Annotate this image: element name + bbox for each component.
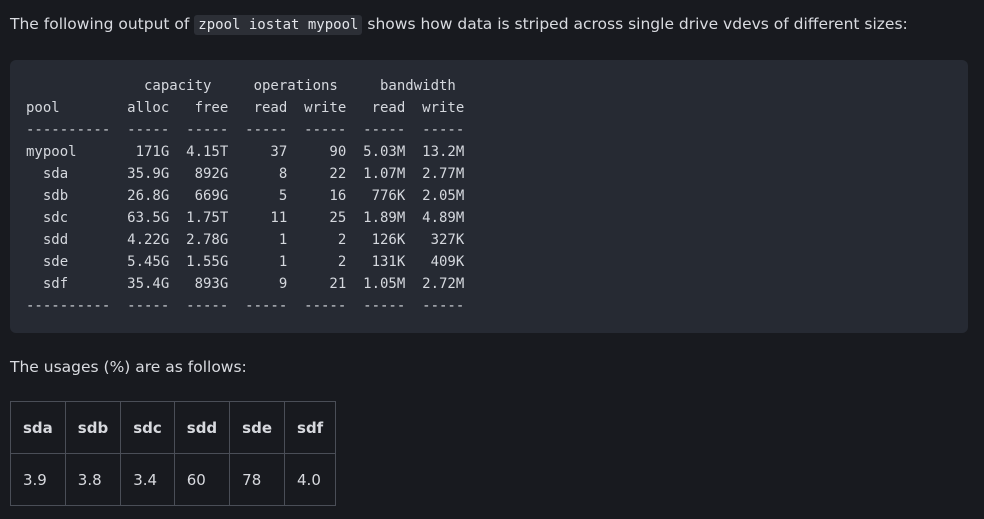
usage-table: sda sdb sdc sdd sde sdf 3.9 3.8 3.4 60 7… — [10, 401, 337, 506]
usage-header-cell: sdf — [284, 401, 337, 454]
usage-value-row: 3.9 3.8 3.4 60 78 4.0 — [10, 453, 337, 506]
iostat-output: capacity operations bandwidth pool alloc … — [26, 75, 464, 317]
usage-header-cell: sdd — [173, 401, 231, 454]
iostat-row-sdf: sdf 35.4G 893G 9 21 1.05M 2.72M — [26, 276, 465, 292]
intro-text-after: shows how data is striped across single … — [362, 15, 908, 33]
usage-value-cell: 3.4 — [120, 453, 175, 506]
iostat-row-sdb: sdb 26.8G 669G 5 16 776K 2.05M — [26, 188, 465, 204]
usage-header-cell: sdc — [120, 401, 175, 454]
inline-code-command: zpool iostat mypool — [194, 15, 363, 35]
usage-header-cell: sdb — [64, 401, 122, 454]
usage-value-cell: 3.9 — [10, 453, 66, 506]
iostat-row-sdc: sdc 63.5G 1.75T 11 25 1.89M 4.89M — [26, 210, 465, 226]
code-block[interactable]: capacity operations bandwidth pool alloc … — [10, 60, 968, 333]
iostat-row-mypool: mypool 171G 4.15T 37 90 5.03M 13.2M — [26, 144, 465, 160]
iostat-header-line-1: capacity operations bandwidth — [26, 78, 456, 94]
intro-paragraph: The following output of zpool iostat myp… — [10, 12, 908, 37]
iostat-row-sdd: sdd 4.22G 2.78G 1 2 126K 327K — [26, 232, 465, 248]
iostat-separator-bottom: ---------- ----- ----- ----- ----- -----… — [26, 298, 465, 314]
usage-value-cell: 4.0 — [284, 453, 337, 506]
iostat-row-sda: sda 35.9G 892G 8 22 1.07M 2.77M — [26, 166, 465, 182]
usage-header-cell: sde — [229, 401, 286, 454]
iostat-separator-top: ---------- ----- ----- ----- ----- -----… — [26, 122, 465, 138]
iostat-header-line-2: pool alloc free read write read write — [26, 100, 465, 116]
usage-header-cell: sda — [10, 401, 66, 454]
usage-value-cell: 78 — [229, 453, 286, 506]
usage-value-cell: 3.8 — [64, 453, 122, 506]
iostat-row-sde: sde 5.45G 1.55G 1 2 131K 409K — [26, 254, 465, 270]
usage-header-row: sda sdb sdc sdd sde sdf — [10, 401, 337, 454]
usage-value-cell: 60 — [173, 453, 231, 506]
usage-label: The usages (%) are as follows: — [10, 358, 247, 376]
intro-text-before: The following output of — [10, 15, 195, 33]
